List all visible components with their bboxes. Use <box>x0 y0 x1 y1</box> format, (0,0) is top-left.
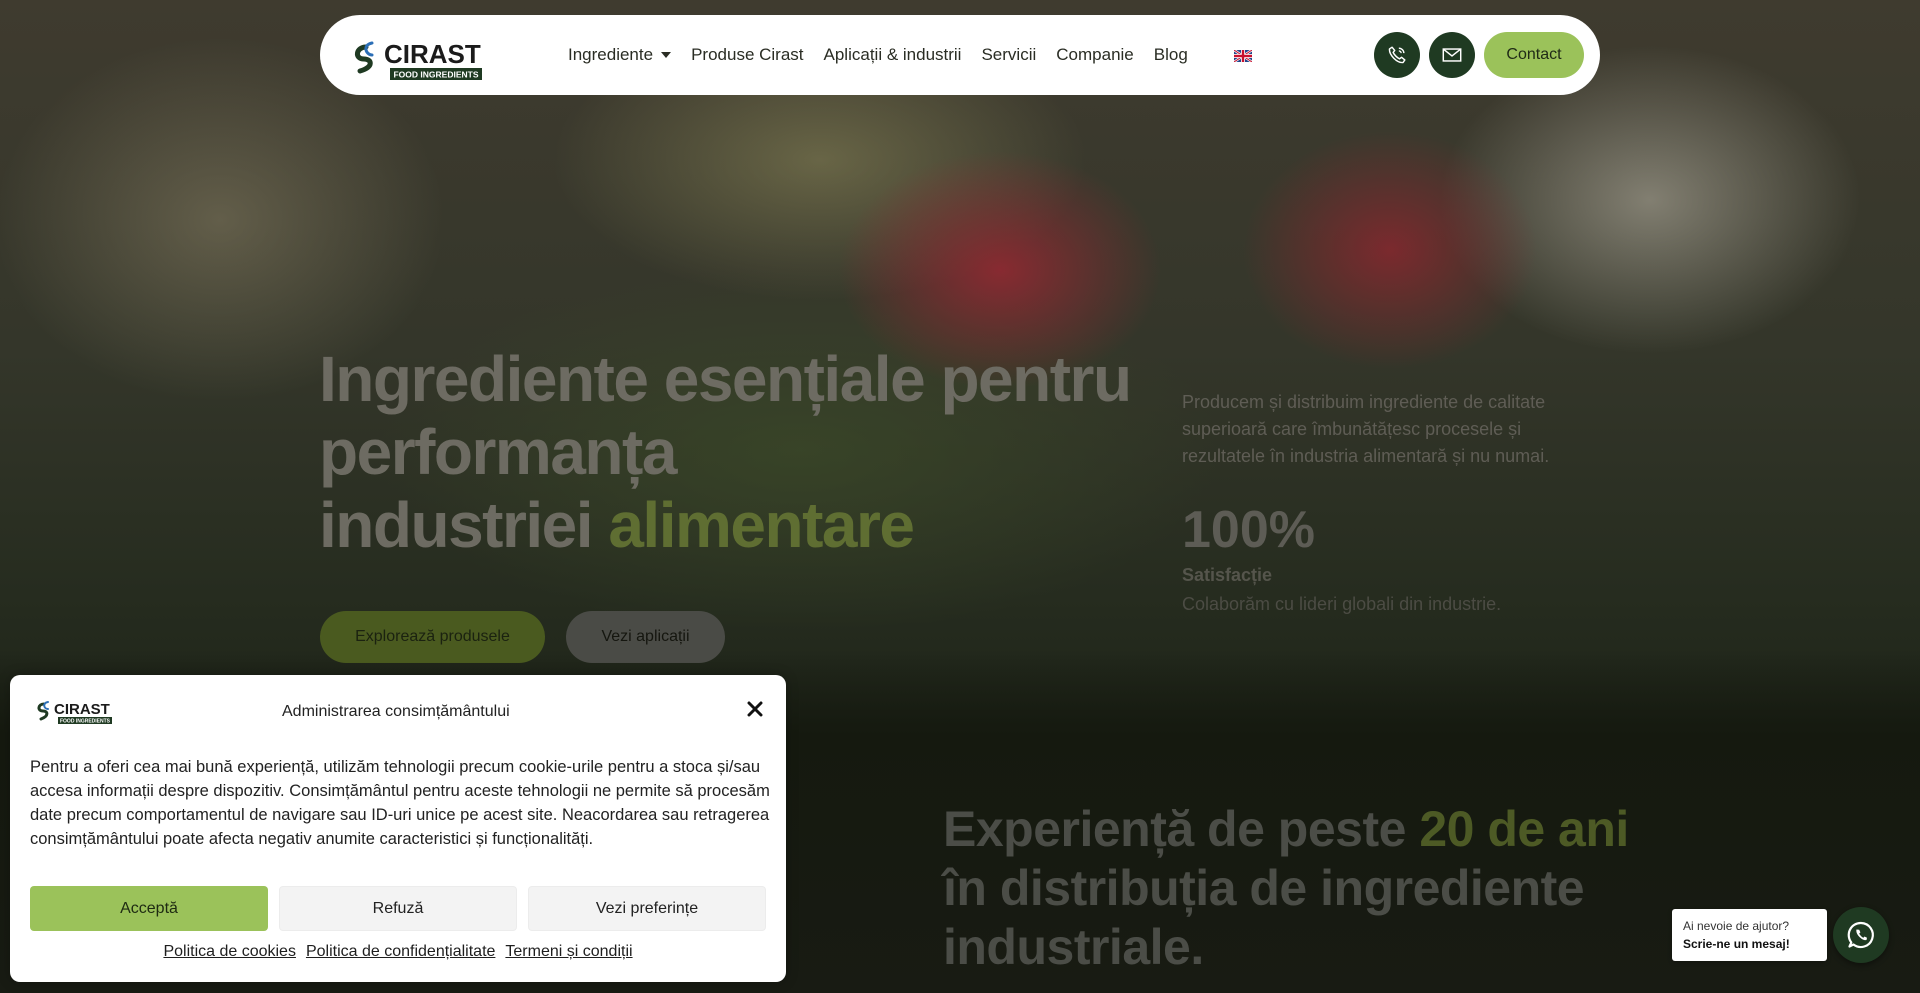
stat-caption: Colaborăm cu lideri globali din industri… <box>1182 594 1502 614</box>
refuse-button[interactable]: Refuză <box>279 886 517 931</box>
modal-logo: CIRAST FOOD INGREDIENTS <box>34 695 116 727</box>
uk-flag-icon[interactable] <box>1233 49 1253 63</box>
nav-item-produse[interactable]: Produse Cirast <box>691 45 803 65</box>
cookie-consent-dialog: CIRAST FOOD INGREDIENTS Administrarea co… <box>10 675 786 982</box>
hero-title-line1: Ingrediente esențiale pentru <box>319 343 1132 415</box>
nav-item-aplicatii[interactable]: Aplicații & industrii <box>824 45 962 65</box>
hero-title-line2: performanța <box>319 416 677 488</box>
experience-title-part2: în distribuția de ingrediente industrial… <box>943 860 1585 975</box>
hero-title: Ingrediente esențiale pentru performanța… <box>319 343 1139 562</box>
whatsapp-tooltip[interactable]: Ai nevoie de ajutor? Scrie-ne un mesaj! <box>1672 909 1827 961</box>
stat-value: 100% <box>1182 501 1315 559</box>
view-preferences-button[interactable]: Vezi preferințe <box>528 886 766 931</box>
mail-button[interactable] <box>1429 32 1475 78</box>
modal-logo-wordmark: CIRAST <box>54 701 110 718</box>
contact-button[interactable]: Contact <box>1484 32 1584 78</box>
policy-links: Politica de cookies Politica de confiden… <box>10 943 786 961</box>
explore-products-button[interactable]: Explorează produsele <box>320 611 545 663</box>
whatsapp-button[interactable] <box>1833 907 1889 963</box>
logo-tagline: FOOD INGREDIENTS <box>393 70 478 80</box>
hero-title-line3: industriei <box>319 489 609 561</box>
whatsapp-cta: Scrie-ne un mesaj! <box>1683 937 1790 951</box>
privacy-policy-link[interactable]: Politica de confidențialitate <box>306 943 495 961</box>
nav-item-ingrediente[interactable]: Ingrediente <box>568 45 672 65</box>
nav-item-servicii[interactable]: Servicii <box>981 45 1036 65</box>
nav-item-blog[interactable]: Blog <box>1154 45 1188 65</box>
modal-title: Administrarea consimțământului <box>282 703 510 720</box>
top-navbar: CIRAST FOOD INGREDIENTS Ingrediente Prod… <box>320 15 1600 95</box>
hero-description: Producem și distribuim ingrediente de ca… <box>1182 392 1550 466</box>
hero-title-accent: alimentare <box>608 489 915 561</box>
nav-item-companie[interactable]: Companie <box>1056 45 1134 65</box>
terms-link[interactable]: Termeni și condiții <box>505 943 632 961</box>
experience-title: Experiență de peste 20 de ani în distrib… <box>943 800 1663 977</box>
caret-down-icon <box>661 52 672 58</box>
modal-logo-tagline: FOOD INGREDIENTS <box>60 719 111 725</box>
experience-title-part1: Experiență de peste <box>943 801 1420 857</box>
nav-item-label: Ingrediente <box>568 45 654 64</box>
consent-message: Pentru a oferi cea mai bună experiență, … <box>30 758 770 848</box>
cookie-policy-link[interactable]: Politica de cookies <box>163 943 296 961</box>
phone-button[interactable] <box>1374 32 1420 78</box>
logo-wordmark: CIRAST <box>384 39 481 69</box>
cirast-logo[interactable]: CIRAST FOOD INGREDIENTS <box>348 29 488 81</box>
mail-icon <box>1442 48 1462 62</box>
whatsapp-prompt: Ai nevoie de ajutor? <box>1683 919 1790 933</box>
close-icon[interactable] <box>745 699 765 719</box>
whatsapp-icon <box>1847 921 1874 949</box>
main-menu: Ingrediente Produse Cirast Aplicații & i… <box>568 15 1208 95</box>
stat-label: Satisfacție <box>1182 565 1273 585</box>
view-applications-button[interactable]: Vezi aplicații <box>566 611 725 663</box>
accept-button[interactable]: Acceptă <box>30 886 268 931</box>
phone-icon <box>1388 46 1406 64</box>
experience-title-accent: 20 de ani <box>1419 801 1629 857</box>
